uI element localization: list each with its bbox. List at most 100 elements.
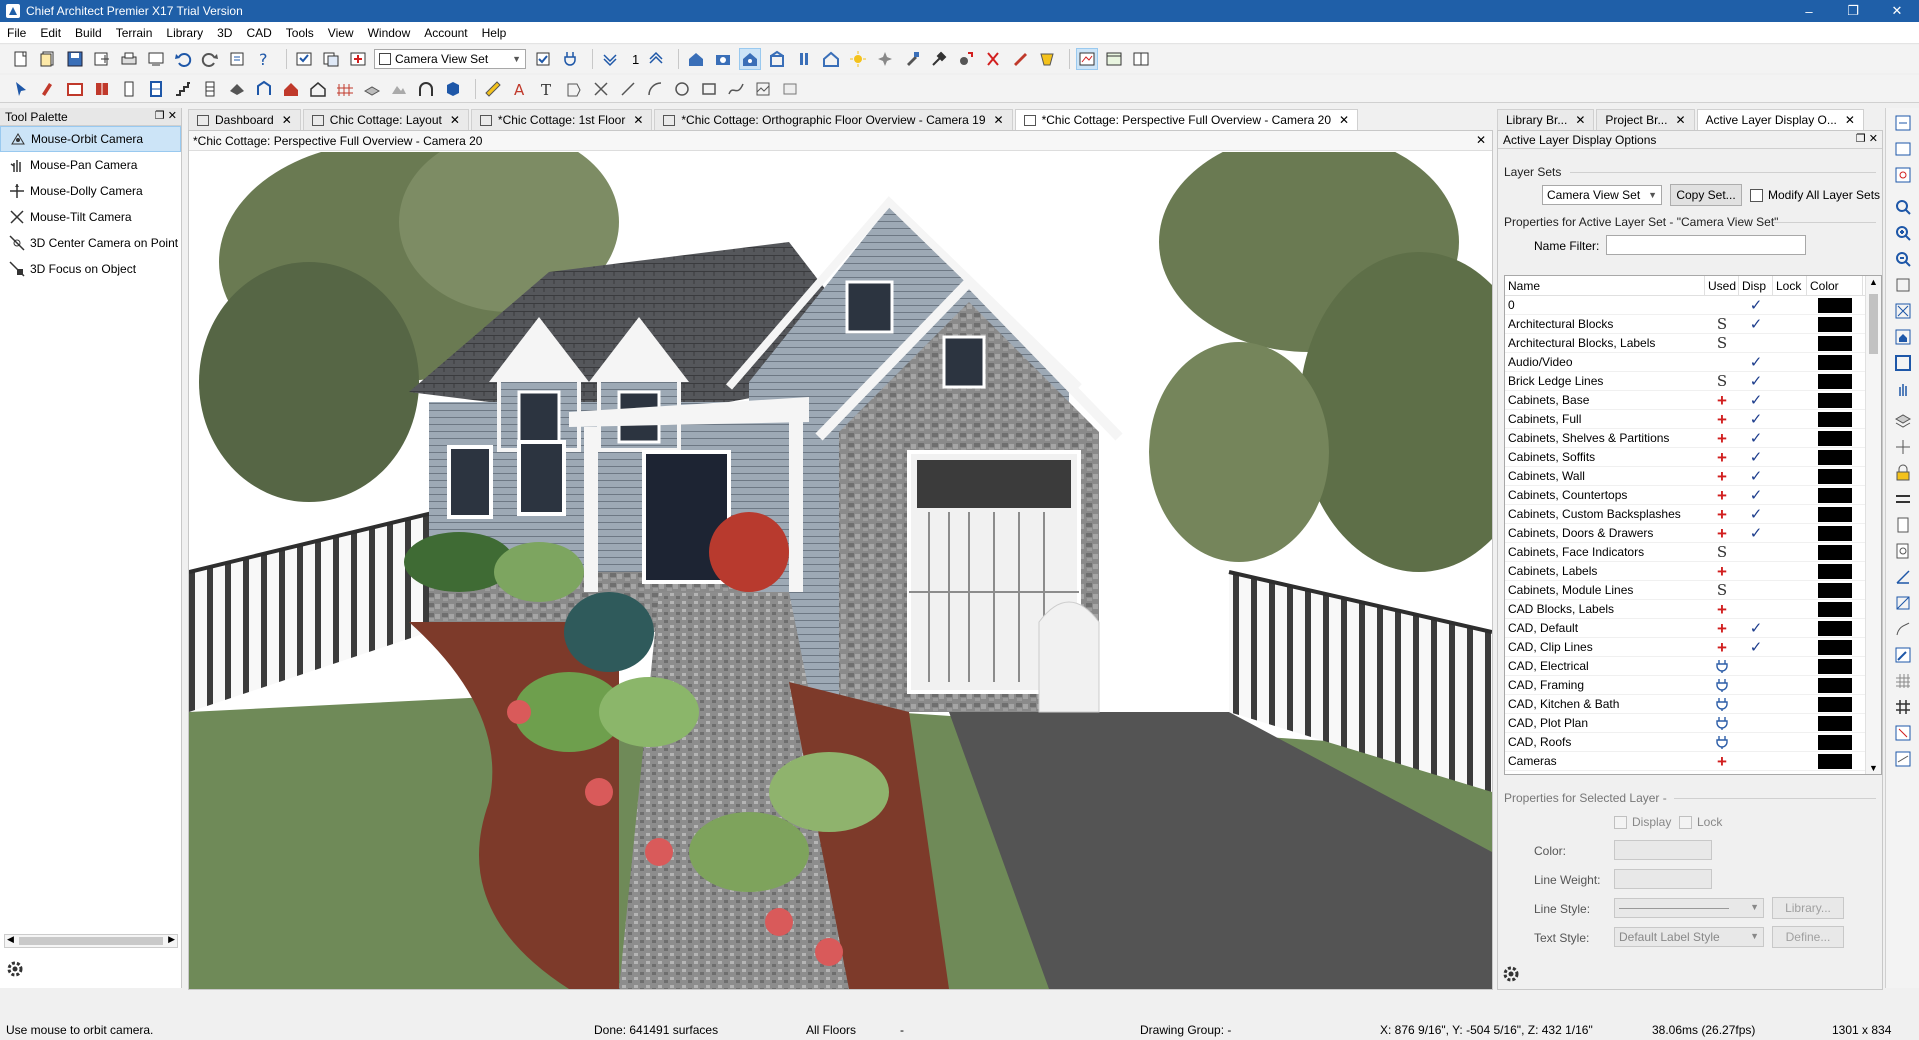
- layer-used-cell[interactable]: +: [1705, 562, 1739, 580]
- palette-item-center[interactable]: 3D Center Camera on Point: [0, 230, 181, 256]
- palette-item-pan[interactable]: Mouse-Pan Camera: [0, 152, 181, 178]
- layer-used-cell[interactable]: [1705, 353, 1739, 371]
- layer-row[interactable]: Audio/Video ✓: [1505, 353, 1881, 372]
- layer-disp-cell[interactable]: ✓: [1739, 524, 1773, 542]
- scroll-left-icon[interactable]: ◀: [7, 934, 14, 945]
- define-button[interactable]: Define...: [1772, 926, 1844, 948]
- close-window-button[interactable]: ✕: [1875, 0, 1919, 22]
- layer-disp-cell[interactable]: ✓: [1739, 638, 1773, 656]
- layer-color-cell[interactable]: [1807, 429, 1863, 447]
- redo-icon[interactable]: [199, 48, 221, 70]
- layer-used-cell[interactable]: [1705, 714, 1739, 732]
- layer-row[interactable]: Brick Ledge Lines S ✓: [1505, 372, 1881, 391]
- menu-account[interactable]: Account: [417, 26, 474, 40]
- layer-stack-icon[interactable]: [1892, 410, 1914, 432]
- layer-lock-cell[interactable]: [1773, 638, 1807, 656]
- layer-disp-cell[interactable]: ✓: [1739, 429, 1773, 447]
- material-painter-icon[interactable]: [901, 48, 923, 70]
- close-icon[interactable]: ✕: [1476, 133, 1486, 147]
- add-point-icon[interactable]: [1892, 436, 1914, 458]
- cross-line-icon[interactable]: [590, 78, 612, 100]
- refresh-icon[interactable]: [1892, 164, 1914, 186]
- pin-icon[interactable]: ❐ ✕: [1856, 132, 1878, 145]
- roof-tool-icon[interactable]: [226, 78, 248, 100]
- snap-angle-icon[interactable]: [1892, 566, 1914, 588]
- tab-active-layer-display[interactable]: Active Layer Display O... ✕: [1696, 109, 1864, 130]
- 3d-render-viewport[interactable]: [189, 152, 1492, 989]
- layer-color-cell[interactable]: [1807, 315, 1863, 333]
- zoom-in-icon[interactable]: [1892, 222, 1914, 244]
- plan-properties-icon[interactable]: [226, 48, 248, 70]
- layer-color-cell[interactable]: [1807, 334, 1863, 352]
- layer-used-cell[interactable]: [1705, 733, 1739, 751]
- layer-disp-cell[interactable]: [1739, 714, 1773, 732]
- lock-checkbox[interactable]: [1679, 816, 1692, 829]
- layer-lock-cell[interactable]: [1773, 467, 1807, 485]
- name-filter-input[interactable]: [1606, 235, 1806, 255]
- layer-lock-cell[interactable]: [1773, 296, 1807, 314]
- gear-icon[interactable]: [1502, 965, 1520, 983]
- layer-color-cell[interactable]: [1807, 695, 1863, 713]
- floor-up-icon[interactable]: [645, 48, 667, 70]
- text-arrow-icon[interactable]: A: [509, 78, 531, 100]
- terrain-icon[interactable]: [388, 78, 410, 100]
- zoom-out-icon[interactable]: [1892, 248, 1914, 270]
- fill-window-icon[interactable]: [1892, 300, 1914, 322]
- layer-set-combo[interactable]: Camera View Set ▼: [374, 49, 526, 69]
- layer-used-cell[interactable]: +: [1705, 619, 1739, 637]
- new-plan-icon[interactable]: [10, 48, 32, 70]
- layer-used-cell[interactable]: [1705, 657, 1739, 675]
- layer-used-cell[interactable]: S: [1705, 372, 1739, 390]
- column-used[interactable]: Used: [1705, 276, 1739, 295]
- fill-window-building-icon[interactable]: [1892, 326, 1914, 348]
- layer-disp-cell[interactable]: ✓: [1739, 353, 1773, 371]
- layer-table-scrollbar[interactable]: ▲ ▼: [1865, 276, 1881, 774]
- scroll-thumb[interactable]: [1869, 294, 1878, 354]
- layer-lock-cell[interactable]: [1773, 657, 1807, 675]
- layer-color-cell[interactable]: [1807, 657, 1863, 675]
- ray-trace-icon[interactable]: [982, 48, 1004, 70]
- layer-lock-cell[interactable]: [1773, 714, 1807, 732]
- layer-row[interactable]: Cabinets, Labels +: [1505, 562, 1881, 581]
- layer-row[interactable]: Cabinets, Base + ✓: [1505, 391, 1881, 410]
- split-view-icon[interactable]: [1130, 48, 1152, 70]
- layer-row[interactable]: CAD, Roofs: [1505, 733, 1881, 752]
- layer-used-cell[interactable]: S: [1705, 543, 1739, 561]
- layer-disp-cell[interactable]: ✓: [1739, 486, 1773, 504]
- layer-lock-cell[interactable]: [1773, 733, 1807, 751]
- layer-lock-cell[interactable]: [1773, 334, 1807, 352]
- layer-row[interactable]: Architectural Blocks S ✓: [1505, 315, 1881, 334]
- layer-color-cell[interactable]: [1807, 353, 1863, 371]
- layer-color-cell[interactable]: [1807, 505, 1863, 523]
- menu-cad[interactable]: CAD: [239, 26, 278, 40]
- layer-color-cell[interactable]: [1807, 733, 1863, 751]
- layer-lock-cell[interactable]: [1773, 676, 1807, 694]
- menu-terrain[interactable]: Terrain: [109, 26, 160, 40]
- camera-icon[interactable]: [712, 48, 734, 70]
- layer-lock-cell[interactable]: [1773, 600, 1807, 618]
- line-weight-input[interactable]: [1614, 869, 1712, 889]
- door-tool-icon[interactable]: [118, 78, 140, 100]
- layer-row[interactable]: Cabinets, Soffits + ✓: [1505, 448, 1881, 467]
- picture-tool-icon[interactable]: [752, 78, 774, 100]
- layer-disp-cell[interactable]: ✓: [1739, 410, 1773, 428]
- layer-lock-cell[interactable]: [1773, 429, 1807, 447]
- walkthrough-icon[interactable]: [793, 48, 815, 70]
- layer-row[interactable]: Cabinets, Doors & Drawers + ✓: [1505, 524, 1881, 543]
- layer-color-cell[interactable]: [1807, 410, 1863, 428]
- eyedropper-icon[interactable]: [928, 48, 950, 70]
- layer-lock-cell[interactable]: [1773, 353, 1807, 371]
- print-icon[interactable]: [118, 48, 140, 70]
- snap-object-icon[interactable]: [1892, 592, 1914, 614]
- layer-lock-cell[interactable]: [1773, 581, 1807, 599]
- edit-area-icon[interactable]: [1892, 644, 1914, 666]
- layer-disp-cell[interactable]: [1739, 562, 1773, 580]
- toggle-layers-icon[interactable]: [1892, 112, 1914, 134]
- rectangle-tool-icon[interactable]: [698, 78, 720, 100]
- layer-row[interactable]: CAD Blocks, Labels +: [1505, 600, 1881, 619]
- help-icon[interactable]: ?: [253, 48, 275, 70]
- scroll-thumb[interactable]: [19, 937, 163, 945]
- close-icon[interactable]: ✕: [282, 113, 292, 127]
- undo-icon[interactable]: [172, 48, 194, 70]
- texture-icon[interactable]: [1009, 48, 1031, 70]
